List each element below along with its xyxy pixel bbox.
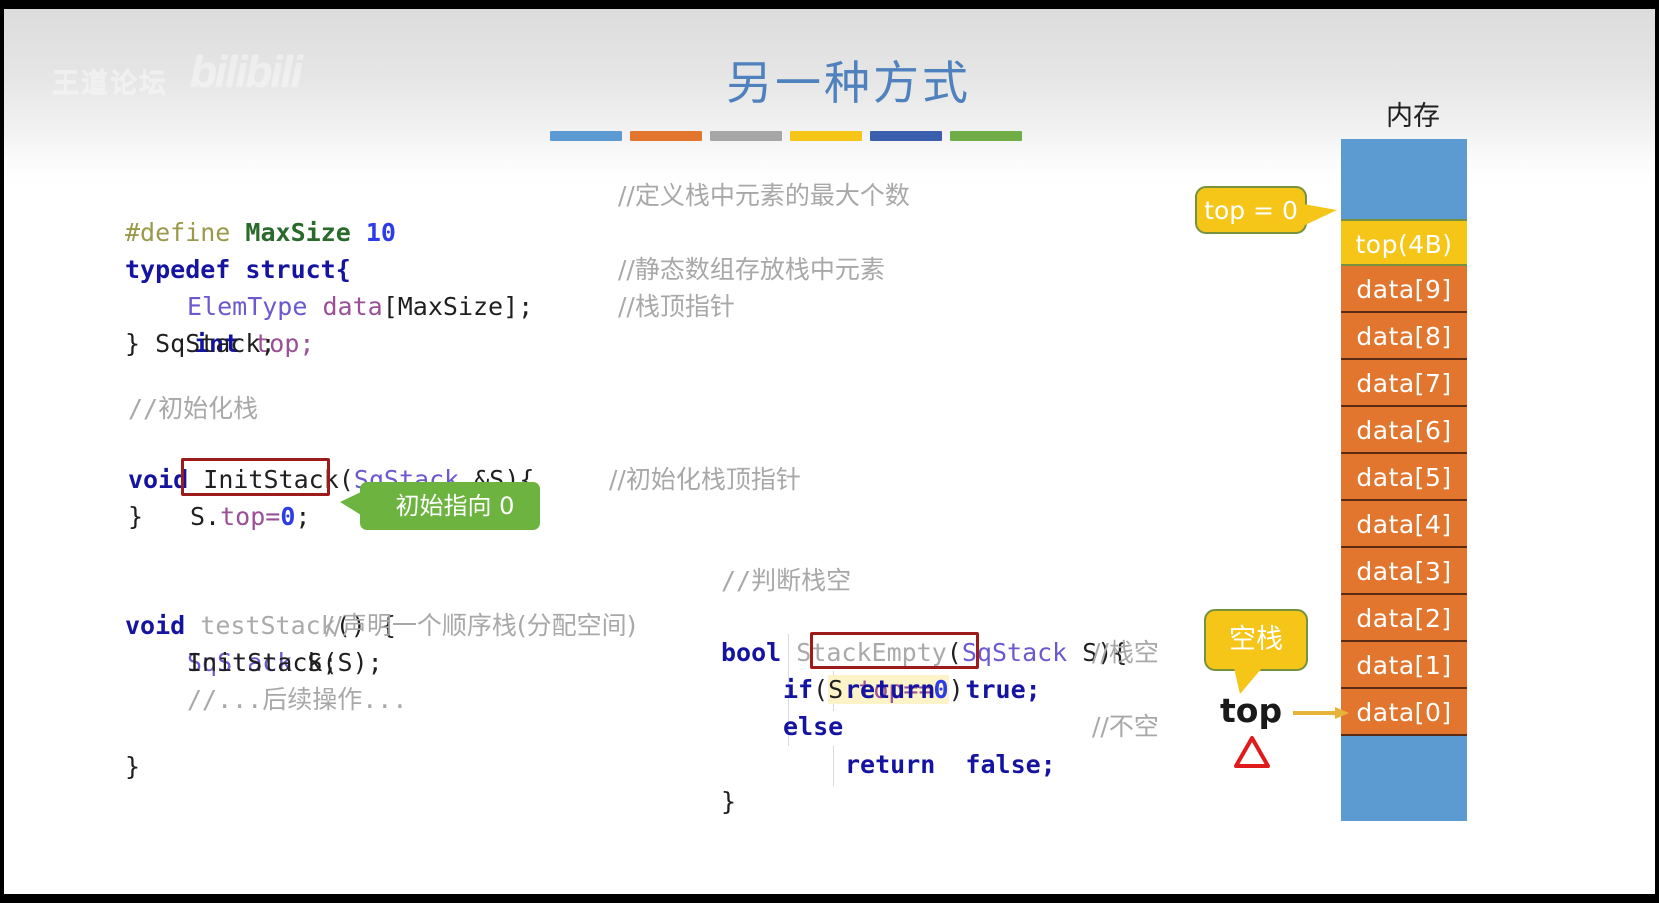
if-keyword: if (783, 675, 814, 704)
memory-cell-data2: data[2] (1341, 595, 1467, 642)
zero-literal-init: 0 (280, 502, 296, 531)
callout-top-equals-zero: top = 0 (1195, 186, 1340, 234)
comment-init-stack: //初始化栈 (128, 394, 259, 423)
comment-maxsize: //定义栈中元素的最大个数 (618, 181, 910, 210)
code-else: else (783, 712, 844, 741)
comment-declare-stack: //声明一个顺序栈(分配空间) (325, 611, 637, 640)
callout-empty-text: 空栈 (1229, 624, 1283, 655)
color-bar-1 (550, 131, 622, 141)
memory-cell-top4b: top(4B) (1341, 219, 1467, 266)
s-dot-init: S. (190, 502, 221, 531)
void-keyword-test: void (125, 611, 186, 640)
page-title-text: 另一种方式 (726, 58, 971, 109)
video-frame: 王道论坛 bilibili 另一种方式 #define MaxSize 10 t (0, 0, 1659, 903)
memory-cell-data8: data[8] (1341, 313, 1467, 360)
memory-cell-data4: data[4] (1341, 501, 1467, 548)
code-initstack-close: } (128, 502, 144, 531)
paren-open-init: ( (338, 465, 354, 494)
color-bar-5 (870, 131, 942, 141)
color-bar-2 (630, 131, 702, 141)
comment-stack-empty: //栈空 (1092, 638, 1159, 667)
if-paren-left: ( (813, 675, 829, 704)
semicolon-init: ; (295, 502, 311, 531)
slide-canvas: 王道论坛 bilibili 另一种方式 #define MaxSize 10 t (4, 9, 1655, 894)
code-return-true: return true; (845, 675, 1041, 704)
top-pointer-label: top (1220, 691, 1283, 730)
comment-rest-ops: //...后续操作... (187, 685, 408, 714)
color-bar-6 (950, 131, 1022, 141)
memory-cell-data3: data[3] (1341, 548, 1467, 595)
green-callout-text: 初始指向 0 (395, 492, 515, 520)
red-triangle-marker-icon (1234, 736, 1270, 768)
bilibili-tv-icon (1557, 825, 1629, 892)
comment-data: //静态数组存放栈中元素 (618, 255, 885, 284)
comment-stack-not-empty: //不空 (1092, 712, 1159, 741)
code-teststack-call: InitStack(S); (187, 648, 383, 677)
define-value: 10 (365, 218, 396, 247)
memory-cell-data5: data[5] (1341, 454, 1467, 501)
top-assign-init: top= (220, 502, 281, 531)
orange-arrow-icon (1293, 707, 1349, 719)
memory-cell-data1: data[1] (1341, 642, 1467, 689)
code-stackempty-close: } (721, 787, 737, 816)
green-callout-initial-pointer: 初始指向 0 (340, 482, 540, 530)
void-keyword-init: void (128, 465, 189, 494)
data-field: data (322, 292, 383, 321)
bool-keyword: bool (721, 638, 782, 667)
code-teststack-close: } (125, 752, 141, 781)
callout-top-tail (1303, 204, 1337, 226)
title-color-bars (550, 131, 1022, 141)
code-return-false: return false; (845, 750, 1056, 779)
indent-guide-3 (833, 746, 834, 786)
comment-init-top-pointer: //初始化栈顶指针 (609, 465, 801, 494)
memory-cell-free-0 (1341, 139, 1467, 219)
memory-cell-data0: data[0] (1341, 689, 1467, 736)
red-highlight-box-if (810, 632, 979, 669)
red-highlight-box-init (181, 458, 330, 496)
memory-label: 内存 (1386, 101, 1440, 132)
comment-judge-empty: //判断栈空 (721, 566, 852, 595)
comment-top: //栈顶指针 (618, 292, 735, 321)
code-struct-close: } SqStack; (125, 329, 276, 358)
color-bar-3 (710, 131, 782, 141)
memory-column: top(4B) data[9] data[8] data[7] data[6] data[… (1341, 139, 1467, 821)
callout-empty-stack: 空栈 (1204, 609, 1308, 698)
memory-cell-data6: data[6] (1341, 407, 1467, 454)
memory-cell-data9: data[9] (1341, 266, 1467, 313)
memory-cell-free-12 (1341, 736, 1467, 821)
memory-cell-data7: data[7] (1341, 360, 1467, 407)
data-index: [MaxSize]; (382, 292, 534, 321)
callout-top-text: top = 0 (1204, 196, 1298, 225)
green-callout-tail (340, 492, 361, 515)
color-bar-4 (790, 131, 862, 141)
